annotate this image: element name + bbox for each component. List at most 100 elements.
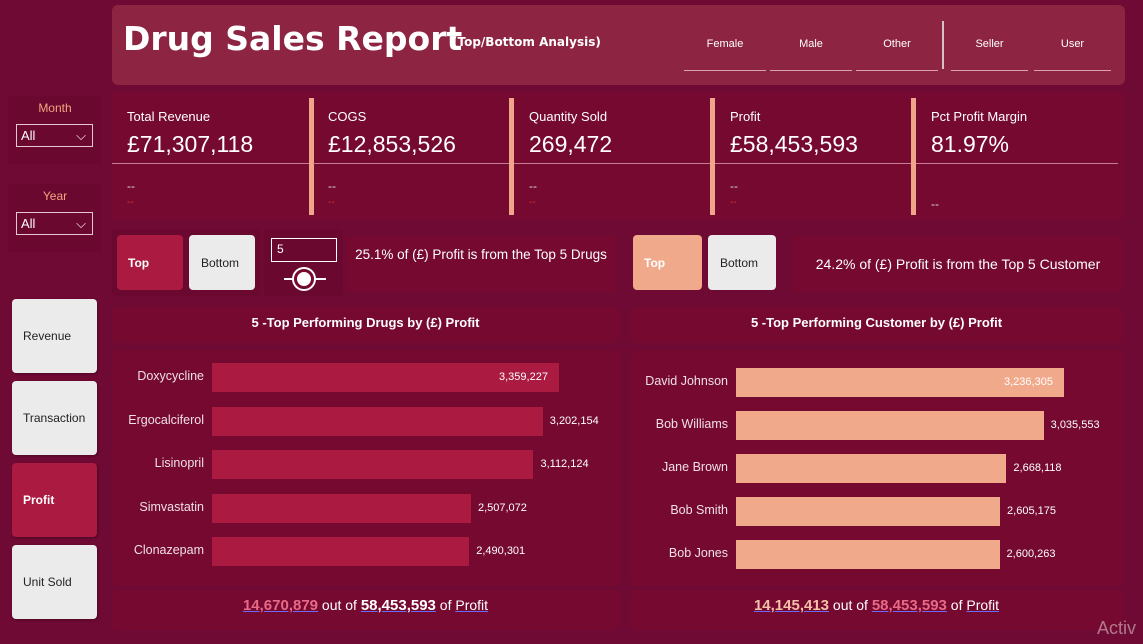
- left-footer-text: 14,670,879 out of 58,453,593 of Profit: [112, 597, 619, 614]
- right-footer-out-of: out of: [832, 597, 868, 613]
- kpi-label: Quantity Sold: [529, 109, 608, 124]
- year-select[interactable]: All ⌵: [16, 212, 93, 235]
- kpi-value: 81.97%: [931, 131, 1010, 157]
- right-insight-card: 24.2% of (£) Profit is from the Top 5 Cu…: [793, 236, 1123, 292]
- bar-category-label: Doxycycline: [137, 369, 204, 383]
- bar-value-label: 2,668,118: [1013, 462, 1062, 474]
- kpi-total-revenue: Total Revenue £71,307,118 -- --: [112, 93, 309, 219]
- left-bottom-button[interactable]: Bottom: [189, 235, 255, 290]
- left-insight-text: 25.1% of (£) Profit is from the Top 5 Dr…: [355, 247, 607, 262]
- bar-category-label: Bob Williams: [655, 417, 728, 431]
- bar-value-label: 3,035,553: [1050, 419, 1100, 431]
- month-label: Month: [38, 101, 72, 115]
- bar[interactable]: [736, 540, 1000, 569]
- slicer-other[interactable]: Other: [856, 35, 938, 71]
- bar-value-label: 3,359,227: [499, 371, 548, 383]
- left-top-button[interactable]: Top: [117, 235, 183, 290]
- right-footer-text: 14,145,413 out of 58,453,593 of Profit: [630, 597, 1123, 614]
- bar[interactable]: [736, 411, 1044, 440]
- kpi-trend-secondary: --: [328, 197, 335, 208]
- bar-value-label: 2,507,072: [477, 501, 527, 514]
- left-footer-total: 58,453,593: [360, 597, 436, 614]
- bar[interactable]: [736, 497, 1001, 526]
- left-footer-measure: Profit: [455, 597, 489, 613]
- kpi-trend-secondary: --: [529, 197, 536, 208]
- bar-value-label: 3,236,305: [1004, 376, 1053, 388]
- month-select[interactable]: All ⌵: [16, 124, 93, 147]
- slicer-male[interactable]: Male: [770, 35, 852, 71]
- kpi-trend: --: [127, 179, 135, 193]
- left-footer: 14,670,879 out of 58,453,593 of Profit: [112, 590, 619, 630]
- right-chart-title: 5 -Top Performing Customer by (£) Profit: [750, 315, 1003, 330]
- kpi-value: £58,453,593: [730, 131, 858, 157]
- header-banner: Drug Sales Report (Top/Bottom Analysis) …: [112, 5, 1125, 85]
- slicer-seller[interactable]: Seller: [951, 35, 1028, 71]
- header-divider: [942, 21, 944, 69]
- bar-value-label: 3,202,154: [549, 414, 599, 427]
- nav-unit-sold-button[interactable]: Unit Sold: [12, 545, 97, 619]
- right-footer-measure: Profit: [966, 597, 1000, 613]
- kpi-trend: --: [931, 197, 939, 211]
- kpi-profit: Profit £58,453,593 -- --: [715, 93, 911, 219]
- bar-category-label: Bob Jones: [668, 546, 728, 560]
- right-footer-part: 14,145,413: [753, 597, 830, 614]
- kpi-divider: [112, 163, 309, 164]
- right-footer-of: of: [950, 597, 963, 613]
- chevron-down-icon: ⌵: [76, 216, 86, 231]
- year-filter: Year All ⌵: [8, 184, 102, 252]
- bar-value-label: 3,112,124: [540, 458, 589, 470]
- kpi-divider: [514, 163, 710, 164]
- bar-category-label: Clonazepam: [133, 543, 204, 557]
- drug-profit-chart: Doxycycline 3,359,227 Ergocalciferol 3,202,…: [112, 350, 619, 586]
- bar-category-label: David Johnson: [645, 374, 728, 388]
- bar[interactable]: [212, 493, 471, 523]
- nav-profit-button[interactable]: Profit: [12, 463, 97, 537]
- bar[interactable]: [212, 406, 543, 436]
- n-value-input[interactable]: 5: [271, 238, 337, 262]
- kpi-divider: [313, 163, 509, 164]
- bar-value-label: 2,490,301: [476, 545, 526, 557]
- kpi-trend: --: [529, 179, 537, 193]
- bar[interactable]: [736, 454, 1007, 483]
- kpi-divider: [916, 163, 1118, 164]
- bar-category-label: Lisinopril: [154, 456, 204, 470]
- page-title: Drug Sales Report: [123, 19, 463, 58]
- kpi-label: Total Revenue: [127, 109, 211, 124]
- kpi-trend-secondary: --: [730, 197, 737, 208]
- right-footer-total: 58,453,593: [871, 597, 947, 614]
- kpi-trend: --: [730, 179, 738, 193]
- nav-transaction-button[interactable]: Transaction: [12, 381, 97, 455]
- left-insight-card: 25.1% of (£) Profit is from the Top 5 Dr…: [346, 236, 616, 292]
- n-slider-handle[interactable]: [294, 269, 314, 289]
- right-top-button[interactable]: Top: [633, 235, 702, 290]
- left-footer-part: 14,670,879: [242, 597, 319, 614]
- bar-category-label: Ergocalciferol: [128, 412, 204, 427]
- watermark: Activ: [1097, 618, 1137, 638]
- bar-value-label: 2,605,175: [1007, 505, 1056, 517]
- slicer-user[interactable]: User: [1034, 35, 1111, 71]
- left-chart-title: 5 -Top Performing Drugs by (£) Profit: [251, 315, 480, 330]
- year-label: Year: [42, 189, 68, 203]
- right-insight-text: 24.2% of (£) Profit is from the Top 5 Cu…: [815, 256, 1101, 272]
- bar-category-label: Bob Smith: [670, 503, 728, 517]
- page-subtitle: (Top/Bottom Analysis): [452, 35, 601, 49]
- kpi-trend: --: [328, 179, 336, 193]
- bar[interactable]: [212, 537, 470, 566]
- kpi-trend-secondary: --: [127, 197, 134, 208]
- bar-category-label: Jane Brown: [661, 460, 728, 474]
- kpi-value: £71,307,118: [127, 131, 254, 157]
- left-footer-of: of: [439, 597, 452, 613]
- kpi-quantity-sold: Quantity Sold 269,472 -- --: [514, 93, 710, 219]
- right-chart-title-bar: 5 -Top Performing Customer by (£) Profit: [630, 307, 1123, 343]
- right-footer: 14,145,413 out of 58,453,593 of Profit: [630, 590, 1123, 630]
- chevron-down-icon: ⌵: [76, 128, 86, 143]
- kpi-divider: [715, 163, 911, 164]
- kpi-label: COGS: [328, 109, 367, 124]
- bar-value-label: 2,600,263: [1006, 548, 1056, 560]
- kpi-profit-margin: Pct Profit Margin 81.97% --: [916, 93, 1118, 219]
- slicer-female[interactable]: Female: [684, 35, 766, 71]
- kpi-label: Pct Profit Margin: [931, 109, 1028, 124]
- bar[interactable]: [212, 450, 534, 479]
- right-bottom-button[interactable]: Bottom: [708, 235, 776, 290]
- nav-revenue-button[interactable]: Revenue: [12, 299, 97, 373]
